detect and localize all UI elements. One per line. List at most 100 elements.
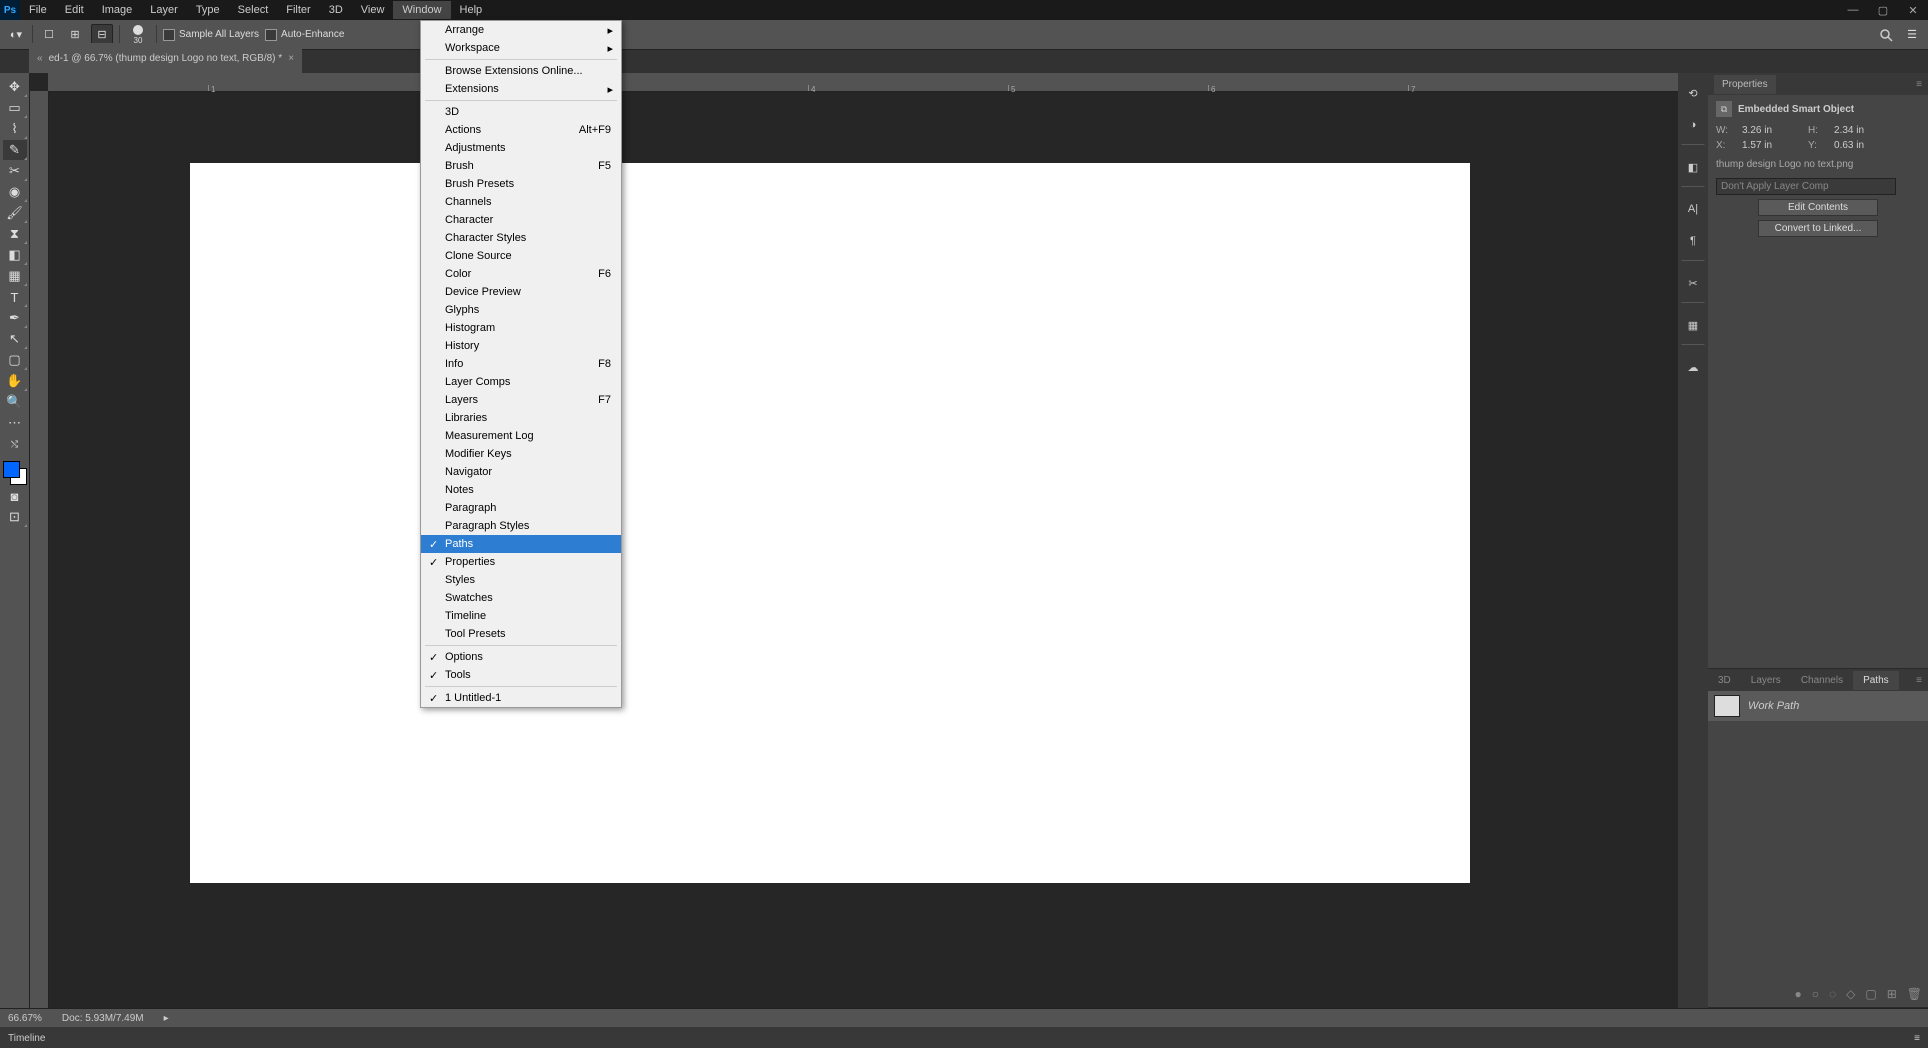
path-selection-tool[interactable]: ↖ — [3, 329, 27, 349]
gradient-tool[interactable]: ▦ — [3, 266, 27, 286]
menu-item-workspace[interactable]: Workspace▸ — [421, 39, 621, 57]
paragraph-icon[interactable]: ¶ — [1681, 229, 1705, 261]
clone-stamp-tool[interactable]: ⧗ — [3, 224, 27, 244]
layers-icon[interactable]: ◧ — [1681, 155, 1705, 187]
menu-item-tool-presets[interactable]: Tool Presets — [421, 625, 621, 643]
menu-item-notes[interactable]: Notes — [421, 481, 621, 499]
minimize-button[interactable]: — — [1838, 0, 1868, 20]
menu-item-1-untitled-1[interactable]: 1 Untitled-1✓ — [421, 689, 621, 707]
tool-preset-picker[interactable]: ◐▾ — [6, 25, 26, 45]
x-value[interactable]: 1.57 in — [1742, 140, 1772, 151]
y-value[interactable]: 0.63 in — [1834, 140, 1864, 151]
edit-contents-button[interactable]: Edit Contents — [1758, 199, 1878, 216]
zoom-tool[interactable]: 🔍 — [3, 392, 27, 412]
menu-layer[interactable]: Layer — [141, 1, 187, 19]
panel-tab-paths[interactable]: Paths — [1853, 671, 1899, 690]
path-item[interactable]: Work Path — [1708, 691, 1928, 721]
width-value[interactable]: 3.26 in — [1742, 125, 1772, 136]
eyedropper-tool[interactable]: ◉ — [3, 182, 27, 202]
menu-item-paragraph-styles[interactable]: Paragraph Styles — [421, 517, 621, 535]
stroke-path-icon[interactable]: ○ — [1812, 987, 1819, 1001]
timeline-panel[interactable]: Timeline ≡ — [0, 1027, 1928, 1048]
foreground-color[interactable] — [3, 461, 20, 478]
pen-tool[interactable]: ✒ — [3, 308, 27, 328]
delete-path-icon[interactable]: 🗑 — [1907, 987, 1922, 1001]
menu-filter[interactable]: Filter — [277, 1, 319, 19]
vertical-ruler[interactable] — [30, 91, 49, 1008]
adjustments-icon[interactable]: ◑ — [1681, 113, 1705, 145]
menu-item-tools[interactable]: Tools✓ — [421, 666, 621, 684]
menu-item-character[interactable]: Character — [421, 211, 621, 229]
menu-item-measurement-log[interactable]: Measurement Log — [421, 427, 621, 445]
tab-close-icon[interactable]: × — [288, 53, 294, 64]
libraries-icon[interactable]: ☁ — [1681, 355, 1705, 379]
menu-item-character-styles[interactable]: Character Styles — [421, 229, 621, 247]
brush-tool[interactable]: 🖌 — [3, 203, 27, 223]
move-tool[interactable]: ✥ — [3, 77, 27, 97]
menu-file[interactable]: File — [20, 1, 56, 19]
panel-tab-layers[interactable]: Layers — [1741, 671, 1791, 690]
zoom-level[interactable]: 66.67% — [8, 1013, 42, 1024]
menu-item-channels[interactable]: Channels — [421, 193, 621, 211]
menu-item-3d[interactable]: 3D — [421, 103, 621, 121]
horizontal-ruler[interactable]: 134567 — [48, 73, 1678, 92]
menu-item-properties[interactable]: Properties✓ — [421, 553, 621, 571]
menu-item-adjustments[interactable]: Adjustments — [421, 139, 621, 157]
menu-item-clone-source[interactable]: Clone Source — [421, 247, 621, 265]
crop-tool[interactable]: ✂ — [3, 161, 27, 181]
search-icon[interactable] — [1876, 25, 1896, 45]
lasso-tool[interactable]: ⌇ — [3, 119, 27, 139]
marquee-tool[interactable]: ▭ — [3, 98, 27, 118]
doc-size[interactable]: Doc: 5.93M/7.49M — [62, 1013, 144, 1024]
menu-item-paths[interactable]: Paths✓ — [421, 535, 621, 553]
menu-item-info[interactable]: InfoF8 — [421, 355, 621, 373]
new-selection-icon[interactable]: ☐ — [39, 25, 59, 45]
layer-comp-select[interactable]: Don't Apply Layer Comp — [1716, 178, 1896, 195]
menu-item-extensions[interactable]: Extensions▸ — [421, 80, 621, 98]
menu-item-modifier-keys[interactable]: Modifier Keys — [421, 445, 621, 463]
color-swatches[interactable] — [3, 461, 27, 485]
tab-prev-icon[interactable]: « — [37, 53, 43, 64]
menu-item-device-preview[interactable]: Device Preview — [421, 283, 621, 301]
menu-item-brush-presets[interactable]: Brush Presets — [421, 175, 621, 193]
brushes-icon[interactable]: ✂ — [1681, 271, 1705, 303]
panel-menu-icon[interactable]: ☰ — [1902, 25, 1922, 45]
add-mask-icon[interactable]: ▢ — [1865, 987, 1876, 1001]
properties-tab[interactable]: Properties — [1714, 75, 1776, 94]
close-button[interactable]: ✕ — [1898, 0, 1928, 20]
eraser-tool[interactable]: ◧ — [3, 245, 27, 265]
menu-item-paragraph[interactable]: Paragraph — [421, 499, 621, 517]
swatches-icon[interactable]: ▦ — [1681, 313, 1705, 345]
fill-path-icon[interactable]: ● — [1794, 987, 1801, 1001]
auto-enhance-checkbox[interactable]: Auto-Enhance — [265, 29, 344, 41]
menu-help[interactable]: Help — [451, 1, 492, 19]
edit-toolbar[interactable]: ⋯ — [3, 413, 27, 433]
quick-selection-tool[interactable]: ✎ — [3, 140, 27, 160]
menu-image[interactable]: Image — [93, 1, 142, 19]
status-arrow-icon[interactable]: ▸ — [164, 1013, 169, 1024]
canvas-area[interactable]: 134567 — [30, 73, 1678, 1008]
type-tool[interactable]: T — [3, 287, 27, 307]
history-icon[interactable]: ⟲ — [1681, 81, 1705, 105]
panel-menu-icon[interactable]: ≡ — [1910, 675, 1928, 686]
menu-item-styles[interactable]: Styles — [421, 571, 621, 589]
menu-item-glyphs[interactable]: Glyphs — [421, 301, 621, 319]
menu-select[interactable]: Select — [229, 1, 278, 19]
menu-item-histogram[interactable]: Histogram — [421, 319, 621, 337]
shape-tool[interactable]: ▢ — [3, 350, 27, 370]
convert-to-linked-button[interactable]: Convert to Linked... — [1758, 220, 1878, 237]
swap-colors-icon[interactable]: ⤭ — [3, 434, 27, 454]
make-work-path-icon[interactable]: ◇ — [1846, 987, 1855, 1001]
menu-type[interactable]: Type — [187, 1, 229, 19]
menu-item-libraries[interactable]: Libraries — [421, 409, 621, 427]
screen-mode-tool[interactable]: ⊡ — [3, 507, 27, 527]
menu-item-navigator[interactable]: Navigator — [421, 463, 621, 481]
panel-menu-icon[interactable]: ≡ — [1916, 79, 1922, 90]
menu-item-timeline[interactable]: Timeline — [421, 607, 621, 625]
menu-item-brush[interactable]: BrushF5 — [421, 157, 621, 175]
menu-item-history[interactable]: History — [421, 337, 621, 355]
maximize-button[interactable]: ▢ — [1868, 0, 1898, 20]
menu-item-swatches[interactable]: Swatches — [421, 589, 621, 607]
height-value[interactable]: 2.34 in — [1834, 125, 1864, 136]
menu-item-arrange[interactable]: Arrange▸ — [421, 21, 621, 39]
